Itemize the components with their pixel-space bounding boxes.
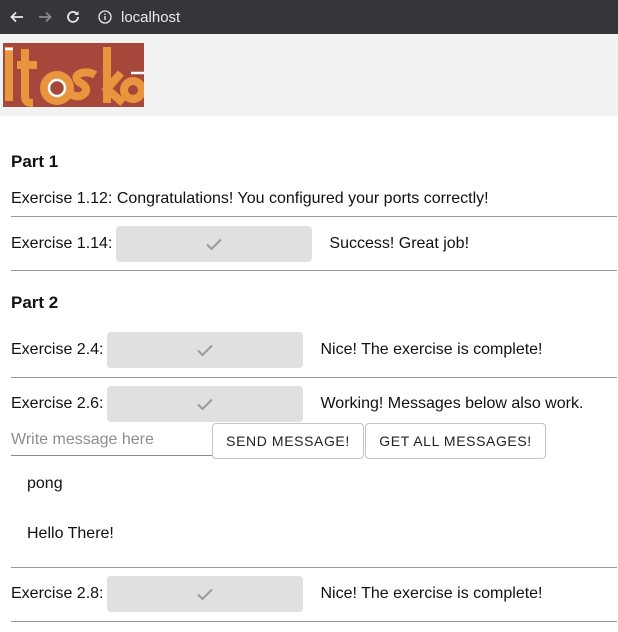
exercise-1-14-row: Exercise 1.14: Success! Great job! [11,226,469,262]
exercise-2-8-message: Nice! The exercise is complete! [320,585,543,602]
exercise-2-6-message: Working! Messages below also work. [320,395,584,412]
check-icon [197,588,214,601]
browser-toolbar: localhost [0,0,618,34]
exercise-1-12-text: Exercise 1.12: Congratulations! You conf… [11,190,489,207]
exercise-1-14-check-button[interactable] [116,226,313,262]
part1-heading: Part 1 [11,152,59,171]
check-icon [206,238,223,251]
divider [11,377,617,378]
exercise-2-4-label: Exercise 2.4: [11,341,104,358]
divider [11,621,617,622]
exercise-1-14-label: Exercise 1.14: [11,235,113,252]
divider [11,216,617,217]
message-list-item: Hello There! [27,525,114,542]
exercise-2-8-row: Exercise 2.8: Nice! The exercise is comp… [11,576,543,612]
exercise-2-8-check-button[interactable] [107,576,304,612]
reload-icon[interactable] [62,6,84,28]
url-text: localhost [121,8,181,26]
exercise-2-6-check-button[interactable] [107,386,304,422]
divider [11,567,617,568]
exercise-2-4-check-button[interactable] [107,332,304,368]
exercise-2-4-row: Exercise 2.4: Nice! The exercise is comp… [11,332,543,368]
get-all-messages-button[interactable]: GET ALL MESSAGES! [365,423,546,459]
forward-icon[interactable] [34,6,56,28]
exercise-2-6-row: Exercise 2.6: Working! Messages below al… [11,386,583,422]
exercise-1-14-message: Success! Great job! [329,235,470,252]
send-message-button[interactable]: SEND MESSAGE! [212,423,364,459]
exercise-2-4-message: Nice! The exercise is complete! [320,341,543,358]
check-icon [197,398,214,411]
back-icon[interactable] [6,6,28,28]
info-icon[interactable] [98,10,112,24]
exercise-2-8-label: Exercise 2.8: [11,585,104,602]
part2-heading: Part 2 [11,293,59,312]
exercise-2-6-label: Exercise 2.6: [11,395,104,412]
site-header [0,34,618,116]
message-list-item: pong [27,475,63,492]
check-icon [197,344,214,357]
toska-logo [3,43,144,107]
divider [11,270,617,271]
message-input[interactable] [11,424,212,456]
address-bar[interactable]: localhost [98,9,180,26]
